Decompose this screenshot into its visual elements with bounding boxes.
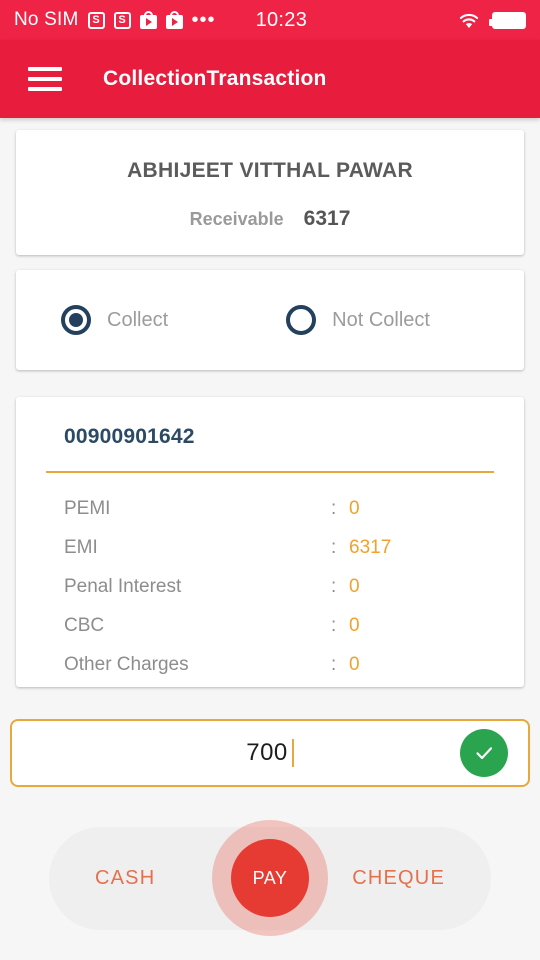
radio-option-collect[interactable]: Collect <box>61 305 168 335</box>
row-value: 0 <box>349 614 360 636</box>
cheque-button[interactable]: CHEQUE <box>352 867 445 890</box>
radio-unselected-icon[interactable] <box>286 305 317 335</box>
carrier-label: No SIM <box>14 9 79 30</box>
confirm-amount-button[interactable] <box>460 729 508 777</box>
status-bar-right <box>458 11 526 29</box>
notification-overflow-icon: ••• <box>191 9 216 31</box>
row-label: PEMI <box>64 497 111 519</box>
customer-card: ABHIJEET VITTHAL PAWAR Receivable 6317 <box>16 130 524 255</box>
loan-detail-card: 00900901642 PEMI : 0 EMI : 6317 Penal In… <box>16 397 524 687</box>
receivable-value: 6317 <box>303 206 351 230</box>
receivable-label: Receivable <box>189 208 284 229</box>
account-number: 00900901642 <box>64 425 195 448</box>
radio-selected-icon[interactable] <box>61 305 91 335</box>
row-value: 0 <box>349 653 360 675</box>
row-separator: : <box>331 536 337 558</box>
radio-option-not-collect[interactable]: Not Collect <box>286 305 430 335</box>
row-separator: : <box>331 497 337 519</box>
table-row: EMI : 6317 <box>46 528 494 567</box>
row-separator: : <box>331 614 337 636</box>
phone-screen: No SIM S S ••• 10:23 CollectionTransacti… <box>0 0 540 960</box>
amount-value[interactable]: 700 <box>246 739 294 767</box>
pay-button[interactable]: PAY <box>231 839 309 917</box>
s-app-icon: S <box>113 11 131 29</box>
charge-rows: PEMI : 0 EMI : 6317 Penal Interest : 0 C… <box>46 489 494 684</box>
table-row: Other Charges : 0 <box>46 645 494 684</box>
radio-label-collect: Collect <box>107 308 169 331</box>
pay-button-label: PAY <box>252 867 288 888</box>
row-label: CBC <box>64 614 105 636</box>
page-title: CollectionTransaction <box>103 67 327 90</box>
table-row: PEMI : 0 <box>46 489 494 528</box>
row-value: 0 <box>349 575 360 597</box>
collection-choice-card: Collect Not Collect <box>16 270 524 370</box>
row-label: Other Charges <box>64 653 189 675</box>
pay-fab-wrapper: PAY <box>212 820 328 936</box>
s-app-icon: S <box>87 11 105 29</box>
battery-icon <box>489 11 526 29</box>
row-value: 6317 <box>349 536 392 558</box>
customer-name: ABHIJEET VITTHAL PAWAR <box>127 158 413 182</box>
receivable-row: Receivable 6317 <box>190 207 351 231</box>
row-label: EMI <box>64 536 98 558</box>
play-store-icon <box>139 11 157 29</box>
play-store-icon <box>165 11 183 29</box>
radio-label-not-collect: Not Collect <box>332 308 430 331</box>
row-value: 0 <box>349 497 360 519</box>
account-divider <box>46 471 494 473</box>
status-bar-left: No SIM S S ••• <box>14 9 216 31</box>
check-icon <box>476 747 493 760</box>
status-bar-clock: 10:23 <box>255 8 308 31</box>
hamburger-menu-icon[interactable] <box>28 67 62 91</box>
row-separator: : <box>331 653 337 675</box>
row-separator: : <box>331 575 337 597</box>
cash-button[interactable]: CASH <box>95 867 155 890</box>
table-row: Penal Interest : 0 <box>46 567 494 606</box>
wifi-icon <box>458 12 480 29</box>
app-bar: CollectionTransaction <box>0 40 540 118</box>
status-bar: No SIM S S ••• 10:23 <box>0 0 540 40</box>
amount-input[interactable]: 700 <box>10 719 530 787</box>
row-label: Penal Interest <box>64 575 182 597</box>
table-row: CBC : 0 <box>46 606 494 645</box>
